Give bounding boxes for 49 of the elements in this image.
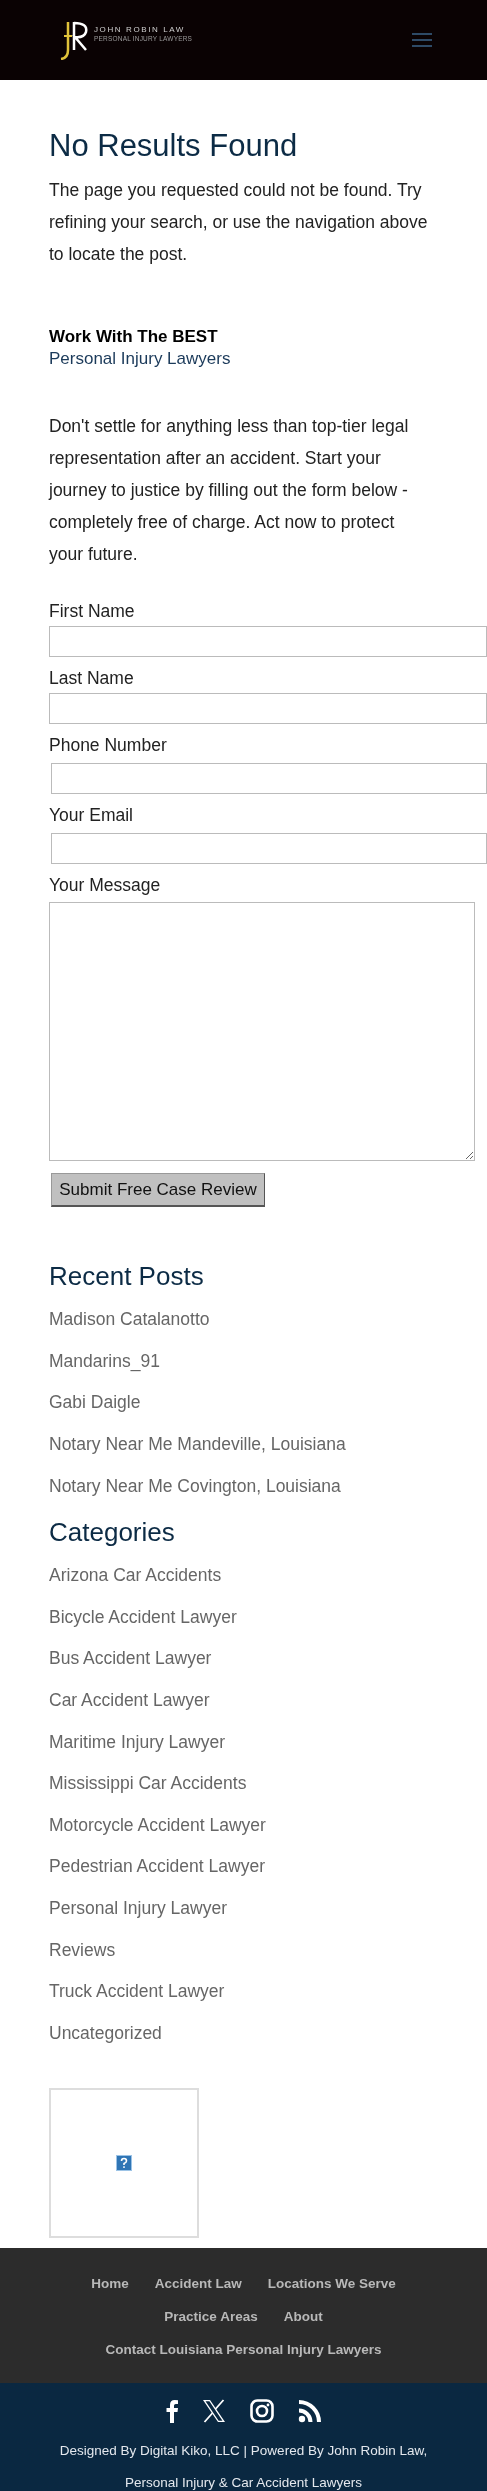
category-link[interactable]: Bicycle Accident Lawyer xyxy=(49,1606,237,1628)
category-link[interactable]: Maritime Injury Lawyer xyxy=(49,1731,226,1753)
category-link[interactable]: Reviews xyxy=(49,1939,116,1961)
footer-link[interactable]: Locations We Serve xyxy=(267,2275,396,2293)
field-label: Phone Number xyxy=(49,734,167,756)
message-text: The page you requested could not be found. Try refining your search, or use the navigation above to locate the post. xyxy=(49,179,429,266)
facebook-icon[interactable] xyxy=(165,2399,178,2424)
category-link[interactable]: Pedestrian Accident Lawyer xyxy=(49,1856,265,1878)
rss-icon[interactable] xyxy=(297,2399,322,2424)
section-heading: Categories xyxy=(49,1515,176,1549)
category-link[interactable]: Car Accident Lawyer xyxy=(49,1690,210,1712)
category-link[interactable]: Bus Accident Lawyer xyxy=(49,1648,212,1670)
message-field[interactable] xyxy=(49,902,475,1161)
page-title: No Results Found xyxy=(49,127,299,165)
category-link[interactable]: Motorcycle Accident Lawyer xyxy=(49,1814,266,1836)
category-link[interactable]: Arizona Car Accidents xyxy=(49,1565,222,1587)
menu-icon[interactable] xyxy=(412,33,432,47)
footer-link[interactable]: Home xyxy=(91,2275,129,2293)
submit-button[interactable]: Submit Free Case Review xyxy=(51,1173,265,1207)
category-link[interactable]: Mississippi Car Accidents xyxy=(49,1773,247,1795)
section-heading: Recent Posts xyxy=(49,1260,205,1293)
footer-link[interactable]: Practice Areas xyxy=(164,2308,258,2326)
post-link[interactable]: Mandarins_91 xyxy=(49,1350,160,1372)
credits-text: Designed By Digital Kiko, LLC | Powered By John Robin Law, Personal Injury & Car Accident Lawyers xyxy=(58,2442,429,2491)
promo-heading: Work With The BEST xyxy=(49,326,219,348)
post-link[interactable]: Notary Near Me Mandeville, Louisiana xyxy=(49,1434,346,1456)
footer-link[interactable]: Accident Law xyxy=(154,2275,242,2293)
category-link[interactable]: Truck Accident Lawyer xyxy=(49,1981,225,2003)
promo-text: Don't settle for anything less than top-tier legal representation after an accident. Start your journey to justice by filling out the form below - completely free of charge. Act now to protect your future. xyxy=(49,415,410,566)
promo-subheading: Personal Injury Lawyers xyxy=(49,348,232,370)
field-label: First Name xyxy=(49,600,135,622)
footer-link[interactable]: About xyxy=(283,2308,323,2326)
field-label: Your Email xyxy=(49,804,133,826)
input-field[interactable] xyxy=(51,833,487,864)
x-icon[interactable] xyxy=(201,2399,226,2424)
post-link[interactable]: Notary Near Me Covington, Louisiana xyxy=(49,1475,341,1497)
input-field[interactable] xyxy=(51,763,487,794)
footer-link[interactable]: Contact Louisiana Personal Injury Lawyers xyxy=(105,2341,382,2359)
category-link[interactable]: Personal Injury Lawyer xyxy=(49,1898,227,1919)
post-link[interactable]: Gabi Daigle xyxy=(49,1392,141,1414)
logo-name: JOHN ROBIN LAW xyxy=(94,25,186,35)
category-link[interactable]: Uncategorized xyxy=(49,2022,162,2044)
post-link[interactable]: Madison Catalanotto xyxy=(49,1309,210,1331)
field-label: Last Name xyxy=(49,667,134,689)
instagram-icon[interactable] xyxy=(249,2399,274,2424)
input-field[interactable] xyxy=(49,626,487,657)
input-field[interactable] xyxy=(49,693,487,724)
field-label: Your Message xyxy=(49,874,161,896)
broken-image-icon xyxy=(116,2155,132,2172)
